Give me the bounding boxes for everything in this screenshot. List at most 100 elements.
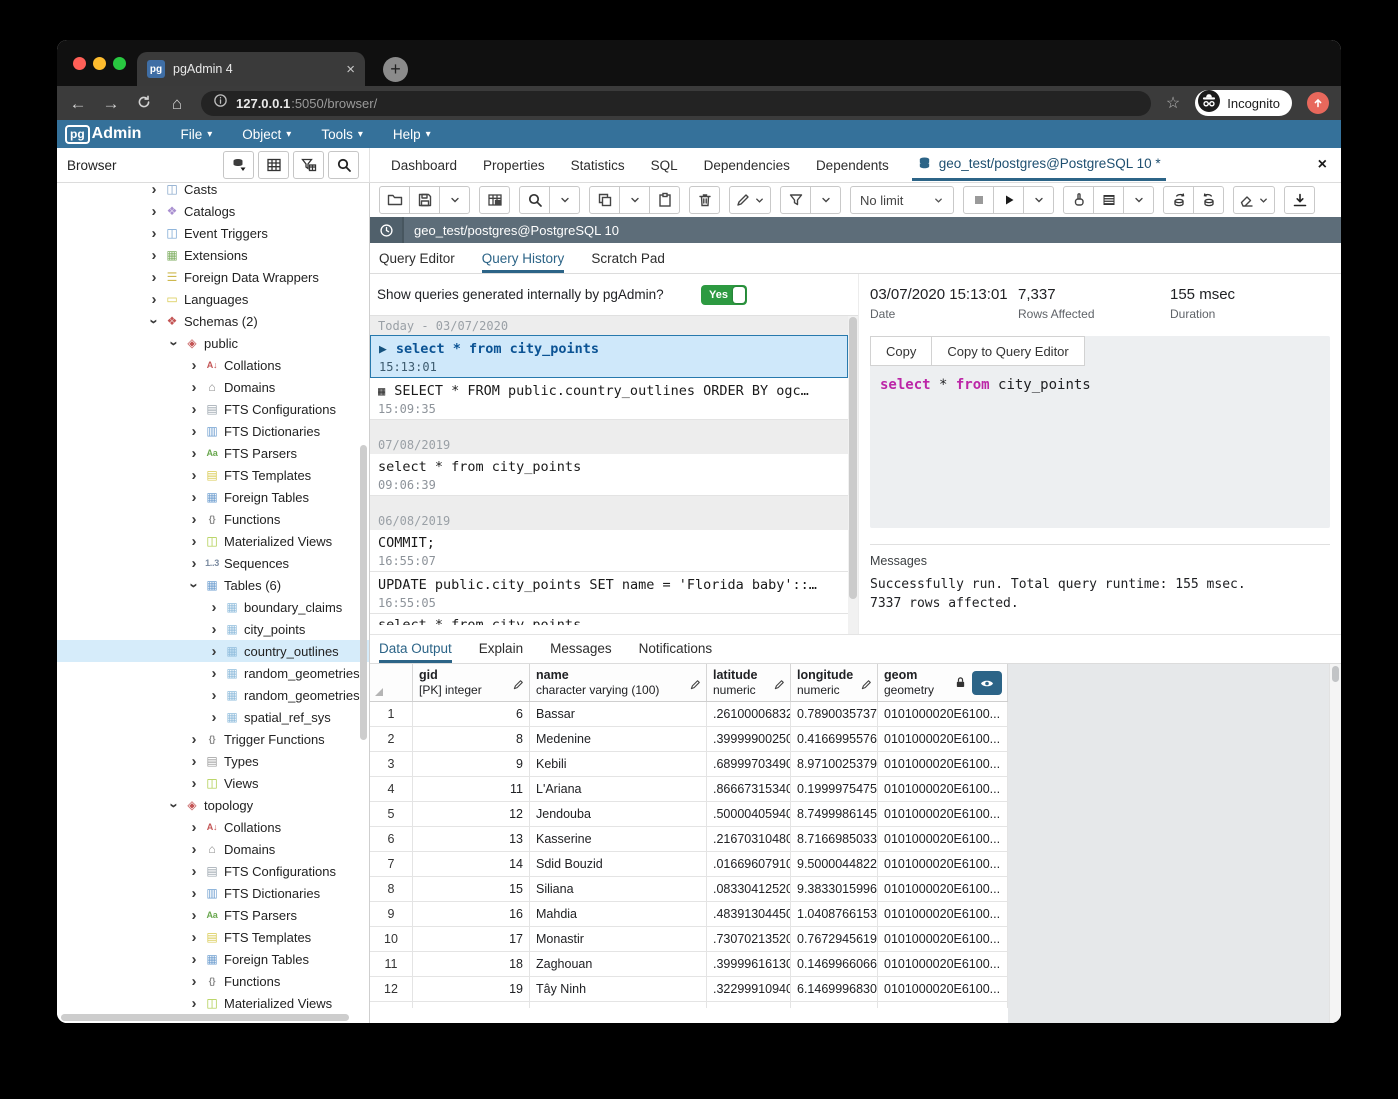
history-entry[interactable]: ▦SELECT * FROM public.country_outlines O… <box>370 378 848 420</box>
reload-icon[interactable] <box>135 94 153 113</box>
table-list-dropdown[interactable] <box>1123 186 1154 214</box>
tree-item-domains[interactable]: ›⌂Domains <box>57 376 369 398</box>
chevron-right-icon[interactable]: › <box>186 357 202 374</box>
tree-item-fts-parsers[interactable]: ›AaFTS Parsers <box>57 442 369 464</box>
copy-to-query-editor-button[interactable]: Copy to Query Editor <box>931 336 1084 366</box>
close-icon[interactable]: × <box>1318 156 1327 174</box>
tree-vertical-scrollbar[interactable] <box>360 445 367 740</box>
filter-button[interactable] <box>780 186 811 214</box>
table-row[interactable]: 39Kebili.689997034908.971002537900101000… <box>370 752 1008 777</box>
tree-item-foreign-data-wrappers[interactable]: ›☰Foreign Data Wrappers <box>57 266 369 288</box>
tree-item-domains[interactable]: ›⌂Domains <box>57 838 369 860</box>
tree-item-event-triggers[interactable]: ›◫Event Triggers <box>57 222 369 244</box>
save-button[interactable] <box>409 186 440 214</box>
traffic-light-minimize[interactable] <box>93 57 106 70</box>
tree-item-topology[interactable]: ›◈topology <box>57 794 369 816</box>
tree-item-tables-6[interactable]: ›▦Tables (6) <box>57 574 369 596</box>
chevron-right-icon[interactable]: › <box>206 665 222 682</box>
chevron-right-icon[interactable]: › <box>186 511 202 528</box>
traffic-light-zoom[interactable] <box>113 57 126 70</box>
history-entry[interactable]: COMMIT;16:55:07 <box>370 530 848 572</box>
chevron-right-icon[interactable]: › <box>186 951 202 968</box>
table-row[interactable]: 28Medenine.399999002500.4166995576001010… <box>370 727 1008 752</box>
table-row[interactable]: 1017Monastir.730702135200.76729456190010… <box>370 927 1008 952</box>
chevron-right-icon[interactable]: › <box>186 775 202 792</box>
table-row[interactable]: 815Siliana.083304125209.3833015996601010… <box>370 877 1008 902</box>
execute-dropdown[interactable] <box>1023 186 1054 214</box>
home-icon[interactable]: ⌂ <box>168 95 186 112</box>
chevron-right-icon[interactable]: › <box>206 599 222 616</box>
history-entry[interactable]: select * from city_points <box>370 614 848 625</box>
forward-icon[interactable]: → <box>102 95 120 112</box>
db-refresh-icon[interactable] <box>223 151 254 179</box>
tree-item-sequences[interactable]: ›1..3Sequences <box>57 552 369 574</box>
tree-item-boundary-claims[interactable]: ›▦boundary_claims <box>57 596 369 618</box>
table-row[interactable]: 16Bassar.261000068320.789003573780101000… <box>370 702 1008 727</box>
paste-button[interactable] <box>649 186 680 214</box>
tab-query-tool-active[interactable]: geo_test/postgres@PostgreSQL 10 * <box>912 150 1166 181</box>
star-icon[interactable]: ☆ <box>1166 93 1180 113</box>
pencil-icon[interactable] <box>861 677 872 695</box>
commit-button[interactable] <box>1163 186 1194 214</box>
tab-sql[interactable]: SQL <box>651 158 678 173</box>
delete-button[interactable] <box>689 186 720 214</box>
table-row[interactable]: 411L'Ariana.866673153400.199997547500101… <box>370 777 1008 802</box>
tab-data-output[interactable]: Data Output <box>379 641 452 663</box>
tab-query-editor[interactable]: Query Editor <box>379 251 455 273</box>
chevron-right-icon[interactable]: › <box>186 973 202 990</box>
chevron-right-icon[interactable]: › <box>186 489 202 506</box>
chevron-right-icon[interactable]: › <box>146 203 162 220</box>
tree-item-country-outlines[interactable]: ›▦country_outlines <box>57 640 369 662</box>
tree-item-views[interactable]: ›◫Views <box>57 772 369 794</box>
tree-item-collations[interactable]: ›A↓Collations <box>57 816 369 838</box>
info-icon[interactable] <box>213 93 228 113</box>
history-entry[interactable]: ▶select * from city_points15:13:01 <box>370 335 848 378</box>
chevron-right-icon[interactable]: › <box>186 929 202 946</box>
tree-item-fts-templates[interactable]: ›▤FTS Templates <box>57 464 369 486</box>
chevron-right-icon[interactable]: › <box>186 379 202 396</box>
chevron-right-icon[interactable]: › <box>146 269 162 286</box>
tree-item-functions[interactable]: ›{}Functions <box>57 970 369 992</box>
chevron-right-icon[interactable]: › <box>186 401 202 418</box>
tab-scratch-pad[interactable]: Scratch Pad <box>591 251 665 273</box>
history-entry[interactable]: UPDATE public.city_points SET name = 'Fl… <box>370 572 848 614</box>
tree-item-spatial-ref-sys[interactable]: ›▦spatial_ref_sys <box>57 706 369 728</box>
tree-item-foreign-tables[interactable]: ›▦Foreign Tables <box>57 486 369 508</box>
copy-button[interactable] <box>589 186 620 214</box>
pencil-icon[interactable] <box>513 677 524 695</box>
tree-item-collations[interactable]: ›A↓Collations <box>57 354 369 376</box>
chevron-right-icon[interactable]: › <box>186 995 202 1012</box>
limit-select[interactable]: No limit <box>850 186 954 214</box>
tree-item-city-points[interactable]: ›▦city_points <box>57 618 369 640</box>
close-icon[interactable]: × <box>346 62 355 77</box>
column-header-latitude[interactable]: latitudenumeric <box>707 664 791 701</box>
chevron-right-icon[interactable]: › <box>146 225 162 242</box>
chevron-down-icon[interactable]: › <box>146 313 163 329</box>
execute-button[interactable] <box>993 186 1024 214</box>
tree-item-foreign-tables[interactable]: ›▦Foreign Tables <box>57 948 369 970</box>
tab-notifications[interactable]: Notifications <box>639 641 713 663</box>
chevron-right-icon[interactable]: › <box>206 709 222 726</box>
traffic-light-close[interactable] <box>73 57 86 70</box>
find-button[interactable] <box>519 186 550 214</box>
pencil-icon[interactable] <box>774 677 785 695</box>
grid-scrollbar-thumb[interactable] <box>1332 666 1339 682</box>
history-scrollbar-thumb[interactable] <box>849 317 857 599</box>
tree-item-extensions[interactable]: ›▦Extensions <box>57 244 369 266</box>
clear-button[interactable] <box>1233 186 1275 214</box>
tree-item-functions[interactable]: ›{}Functions <box>57 508 369 530</box>
tree-item-fts-configurations[interactable]: ›▤FTS Configurations <box>57 860 369 882</box>
menu-file[interactable]: File▾ <box>180 127 212 142</box>
copy-dropdown[interactable] <box>619 186 650 214</box>
tree-item-materialized-views[interactable]: ›◫Materialized Views <box>57 992 369 1014</box>
tree-item-fts-dictionaries[interactable]: ›▥FTS Dictionaries <box>57 420 369 442</box>
hand-pointer-button[interactable] <box>1063 186 1094 214</box>
url-bar[interactable]: 127.0.0.1 :5050/browser/ <box>201 91 1151 116</box>
chevron-right-icon[interactable]: › <box>206 687 222 704</box>
column-header-geom[interactable]: geomgeometry <box>878 664 1008 701</box>
tab-explain[interactable]: Explain <box>479 641 523 663</box>
chevron-right-icon[interactable]: › <box>186 863 202 880</box>
filter-grid-icon[interactable] <box>293 151 324 179</box>
chevron-right-icon[interactable]: › <box>186 841 202 858</box>
stop-button[interactable] <box>963 186 994 214</box>
